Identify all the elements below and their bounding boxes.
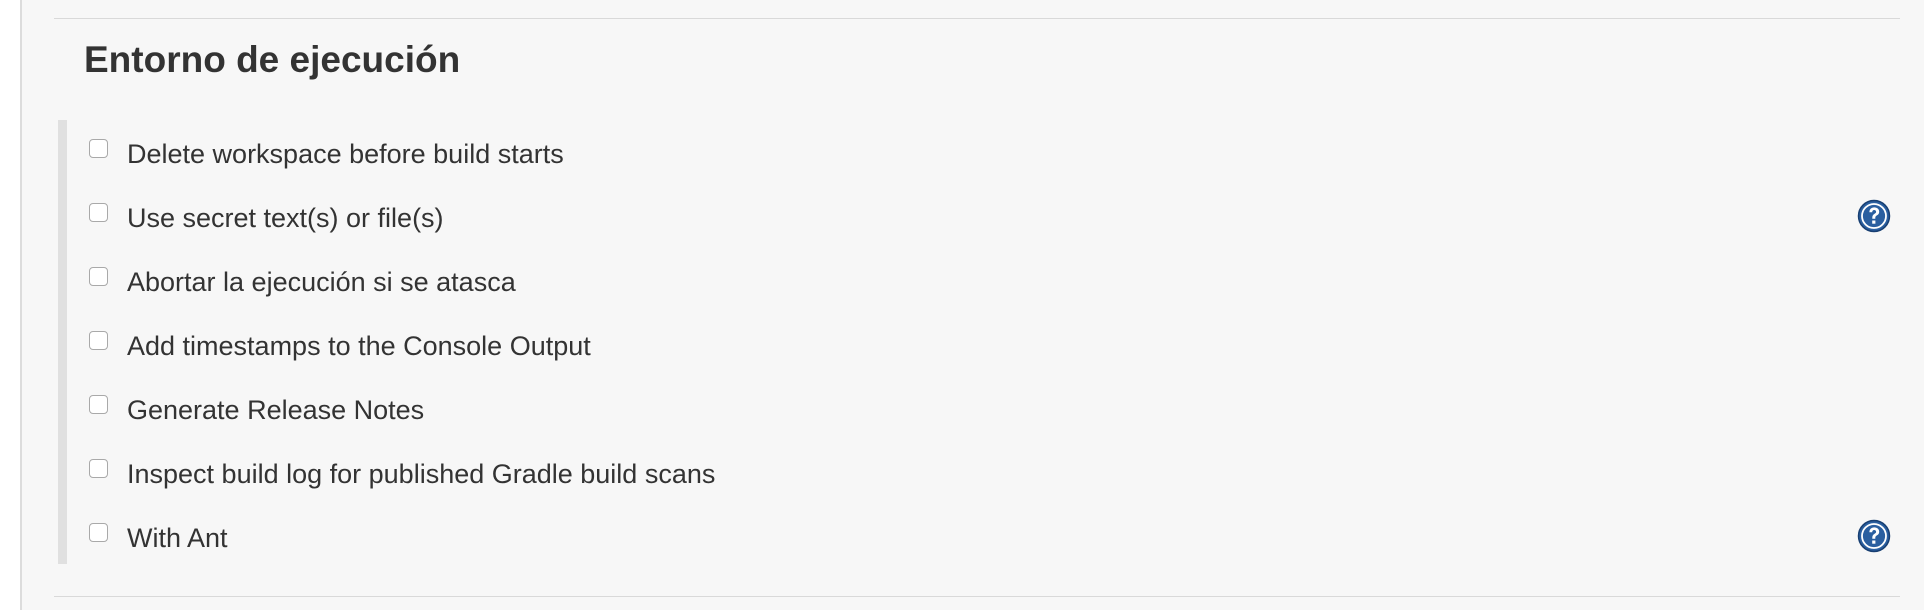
execution-environment-panel: Entorno de ejecución Delete workspace be… xyxy=(20,0,1924,610)
option-row-delete-workspace: Delete workspace before build starts xyxy=(58,120,1902,169)
delete-workspace-label[interactable]: Delete workspace before build starts xyxy=(127,138,564,170)
with-ant-checkbox[interactable] xyxy=(89,523,108,542)
options-group: Delete workspace before build starts Use… xyxy=(58,120,1902,566)
section-title: Entorno de ejecución xyxy=(84,39,461,80)
delete-workspace-checkbox[interactable] xyxy=(89,139,108,158)
gradle-build-scans-label[interactable]: Inspect build log for published Gradle b… xyxy=(127,458,715,490)
option-row-with-ant: With Ant xyxy=(58,504,1902,553)
help-icon[interactable] xyxy=(1857,199,1891,233)
release-notes-label[interactable]: Generate Release Notes xyxy=(127,394,424,426)
top-divider xyxy=(54,18,1900,19)
gradle-build-scans-checkbox[interactable] xyxy=(89,459,108,478)
option-row-abort-stuck: Abortar la ejecución si se atasca xyxy=(58,248,1902,297)
option-row-secret-text: Use secret text(s) or file(s) xyxy=(58,184,1902,233)
secret-text-label[interactable]: Use secret text(s) or file(s) xyxy=(127,202,444,234)
bottom-divider xyxy=(54,596,1900,597)
timestamps-label[interactable]: Add timestamps to the Console Output xyxy=(127,330,591,362)
option-row-gradle-scans: Inspect build log for published Gradle b… xyxy=(58,440,1902,489)
option-row-release-notes: Generate Release Notes xyxy=(58,376,1902,425)
option-row-timestamps: Add timestamps to the Console Output xyxy=(58,312,1902,361)
secret-text-checkbox[interactable] xyxy=(89,203,108,222)
help-icon[interactable] xyxy=(1857,519,1891,553)
abort-stuck-build-label[interactable]: Abortar la ejecución si se atasca xyxy=(127,266,516,298)
timestamps-checkbox[interactable] xyxy=(89,331,108,350)
release-notes-checkbox[interactable] xyxy=(89,395,108,414)
with-ant-label[interactable]: With Ant xyxy=(127,522,228,554)
abort-stuck-build-checkbox[interactable] xyxy=(89,267,108,286)
